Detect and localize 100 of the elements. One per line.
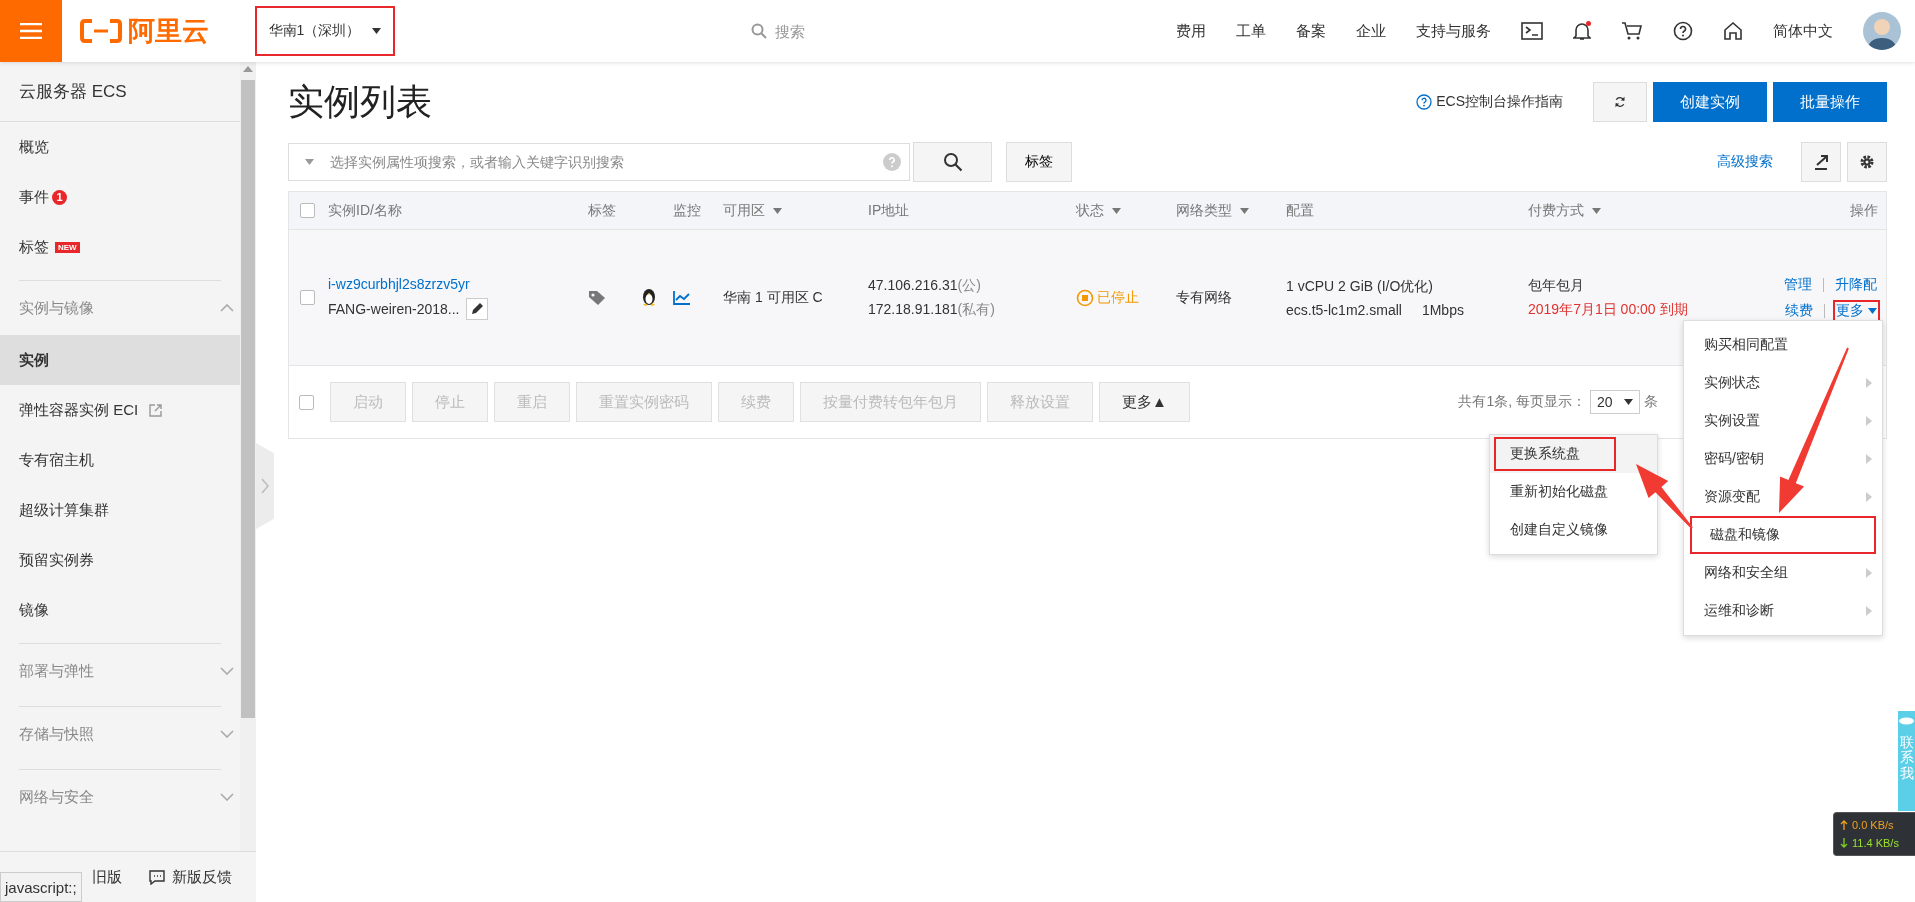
chevron-up-icon — [220, 304, 234, 312]
export-icon — [1812, 153, 1830, 171]
checkbox[interactable] — [300, 203, 315, 218]
cart-icon[interactable] — [1621, 21, 1643, 41]
menu-item[interactable]: 密码/密钥 — [1684, 440, 1882, 478]
chat-icon — [149, 869, 165, 885]
zone-text: 华南 1 可用区 C — [723, 288, 823, 307]
menu-item[interactable]: 磁盘和镜像 — [1690, 516, 1876, 554]
sidebar-item[interactable]: 概览 — [19, 137, 49, 157]
penguin-icon — [641, 288, 657, 307]
sort-caret-icon — [1112, 207, 1121, 214]
sidebar-item[interactable]: 超级计算集群 — [0, 485, 240, 535]
status-text: 已停止 — [1097, 288, 1139, 307]
sidebar-item[interactable]: 专有宿主机 — [0, 435, 240, 485]
action-link[interactable]: 管理 — [1781, 273, 1815, 296]
page-size-select[interactable]: 20 — [1590, 390, 1640, 414]
old-version-link[interactable]: 旧版 — [92, 867, 122, 887]
column-header: IP地址 — [868, 201, 910, 220]
bandwidth-text: 1Mbps — [1421, 301, 1464, 318]
avatar-icon[interactable] — [1863, 12, 1901, 50]
column-header[interactable]: 可用区 — [723, 201, 765, 220]
expiry-date: 2019年7月1日 00:00 到期 — [1528, 300, 1688, 319]
nav-link[interactable]: 支持与服务 — [1416, 21, 1491, 41]
menu-item[interactable]: 重新初始化磁盘 — [1494, 475, 1644, 509]
help-icon — [1416, 94, 1433, 110]
pagination-summary: 共有1条, 每页显示： — [1458, 393, 1586, 411]
edit-button[interactable] — [465, 297, 488, 320]
menu-item[interactable]: 网络和安全组 — [1684, 554, 1882, 592]
upload-speed: 0.0 KB/s — [1852, 819, 1894, 831]
bell-icon[interactable] — [1573, 21, 1591, 41]
nav-link[interactable]: 费用 — [1176, 21, 1206, 41]
help-icon[interactable] — [1673, 21, 1693, 41]
checkbox[interactable] — [300, 290, 315, 305]
scrollbar[interactable] — [240, 62, 256, 851]
nav-link[interactable]: 备案 — [1296, 21, 1326, 41]
guide-link[interactable]: ECS控制台操作指南 — [1436, 93, 1563, 111]
action-link[interactable]: 续费 — [1782, 299, 1816, 322]
primary-button[interactable]: 创建实例 — [1653, 82, 1767, 122]
chevron-down-icon — [220, 667, 234, 675]
bulk-action-button: 启动 — [330, 382, 406, 422]
nav-link[interactable]: 工单 — [1236, 21, 1266, 41]
sidebar-item[interactable]: 实例 — [0, 335, 240, 385]
column-header[interactable]: 付费方式 — [1528, 201, 1584, 220]
chat-bubble-icon — [1899, 717, 1914, 725]
column-header: 标签 — [588, 201, 616, 220]
column-header: 监控 — [673, 201, 701, 220]
menu-icon — [20, 23, 42, 39]
language-link[interactable]: 简体中文 — [1773, 21, 1833, 41]
menu-item[interactable]: 购买相同配置 — [1684, 326, 1882, 364]
sidebar-item[interactable]: 镜像 — [0, 585, 240, 635]
billing-method: 包年包月 — [1528, 276, 1584, 295]
instance-name: FANG-weiren-2018... — [328, 300, 460, 317]
annotation-arrow — [1636, 464, 1693, 529]
sidebar-item[interactable]: 弹性容器实例 ECI — [0, 385, 240, 435]
feedback-link[interactable]: 新版反馈 — [172, 867, 232, 887]
checkbox[interactable] — [299, 394, 314, 410]
sidebar-item[interactable]: 标签 — [19, 237, 49, 257]
caret-icon — [372, 28, 382, 34]
settings-button[interactable] — [1847, 142, 1887, 182]
menu-button[interactable] — [0, 0, 62, 62]
column-header[interactable]: 状态 — [1076, 201, 1104, 220]
submenu-arrow-icon — [1866, 378, 1872, 388]
home-icon[interactable] — [1723, 21, 1743, 41]
terminal-icon[interactable] — [1521, 22, 1543, 40]
status-tooltip: javascript:; — [0, 872, 82, 902]
submenu-arrow-icon — [1866, 454, 1872, 464]
caret-icon — [1624, 399, 1633, 405]
sidebar-item[interactable]: 事件 — [19, 187, 49, 207]
menu-item[interactable]: 实例状态 — [1684, 364, 1882, 402]
sort-caret-icon — [773, 207, 782, 214]
page-title: 实例列表 — [288, 79, 433, 124]
search-icon — [751, 23, 767, 39]
dropdown-caret-icon — [305, 159, 314, 165]
refresh-icon — [1614, 94, 1626, 110]
action-link[interactable]: 升降配 — [1832, 273, 1880, 296]
tag-icon[interactable] — [588, 289, 608, 306]
search-field[interactable]: 选择实例属性项搜索，或者输入关键字识别搜索 — [288, 143, 910, 181]
logo-icon — [80, 19, 122, 43]
chart-icon[interactable] — [673, 290, 691, 305]
region-selector[interactable]: 华南1（深圳） — [255, 6, 395, 56]
menu-item[interactable]: 资源变配 — [1684, 478, 1882, 516]
nav-link[interactable]: 企业 — [1356, 21, 1386, 41]
export-button[interactable] — [1801, 142, 1841, 182]
sort-caret-icon — [1592, 207, 1601, 214]
primary-button[interactable]: 批量操作 — [1773, 82, 1887, 122]
menu-item[interactable]: 创建自定义镜像 — [1494, 513, 1644, 547]
advanced-search-link[interactable]: 高级搜索 — [1717, 153, 1773, 171]
sidebar-item[interactable]: 预留实例券 — [0, 535, 240, 585]
search-input[interactable]: 选择实例属性项搜索，或者输入关键字识别搜索 — [328, 153, 869, 171]
column-header: 操作 — [1850, 201, 1878, 220]
column-header[interactable]: 网络类型 — [1176, 201, 1232, 220]
instance-id-link[interactable]: i-wz9curbhjl2s8zrzv5yr — [328, 275, 470, 292]
menu-item[interactable]: 实例设置 — [1684, 402, 1882, 440]
tag-button[interactable]: 标签 — [1006, 142, 1072, 182]
menu-item[interactable]: 运维和诊断 — [1684, 592, 1882, 630]
search-button[interactable] — [913, 142, 992, 182]
bulk-action-button: 续费 — [718, 382, 794, 422]
bulk-action-button[interactable]: 更多▲ — [1099, 382, 1190, 422]
public-ip: 47.106.216.31(公) — [868, 276, 981, 295]
action-link[interactable]: 更多 — [1833, 299, 1880, 322]
